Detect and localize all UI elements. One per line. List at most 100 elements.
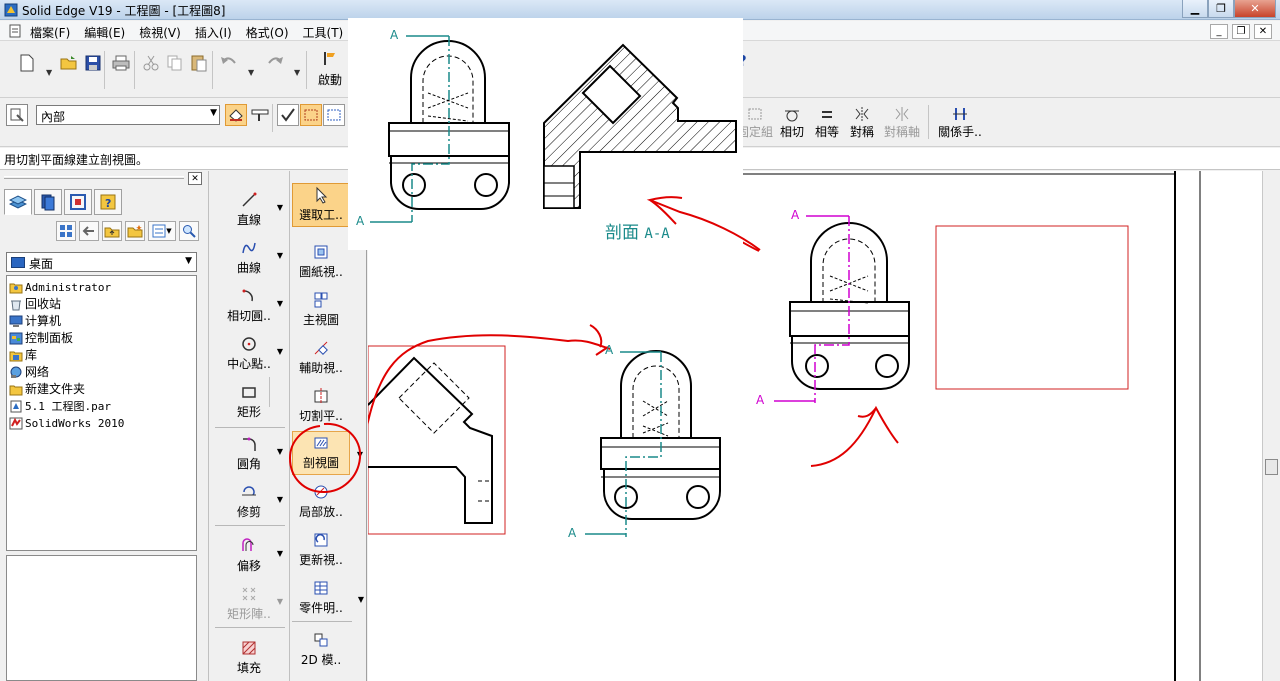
tangent-button[interactable]: 相切 [772, 105, 812, 140]
chevron-down-icon[interactable]: ▼ [277, 251, 283, 260]
print-button[interactable] [110, 52, 132, 74]
paste-button[interactable] [188, 52, 210, 74]
tree-item[interactable]: Administrator [7, 279, 196, 296]
chevron-down-icon[interactable]: ▼ [277, 447, 283, 456]
redo-dropdown-arrow[interactable]: ▼ [294, 68, 300, 77]
new-button[interactable] [16, 52, 38, 74]
principal-view-button[interactable]: 主視圖 [292, 289, 350, 328]
stamp-button[interactable] [249, 104, 271, 126]
menu-view[interactable]: 檢視(V) [139, 24, 181, 41]
tab-help[interactable]: ? [94, 189, 122, 215]
vertical-scrollbar[interactable] [1262, 171, 1280, 681]
view-mode-dropdown[interactable]: ▼ [148, 221, 176, 241]
start-command-button[interactable]: 啟動 [312, 50, 348, 92]
undo-dropdown-arrow[interactable]: ▼ [248, 68, 254, 77]
curve-tool-button[interactable]: 曲線 ▼ [217, 237, 283, 276]
new-folder-button[interactable] [125, 221, 145, 241]
menu-edit[interactable]: 編輯(E) [84, 24, 125, 41]
left-section-view[interactable] [368, 345, 506, 535]
library-location-value: 桌面 [29, 257, 54, 271]
document-menu-icon[interactable] [8, 24, 22, 38]
rectangle-tool-button[interactable]: 矩形 [217, 381, 281, 420]
chevron-down-icon[interactable]: ▼ [277, 203, 283, 212]
redo-button[interactable] [264, 52, 286, 74]
select-tool-button[interactable]: 選取工.. [292, 183, 350, 227]
panel-grip[interactable] [4, 176, 184, 179]
scrollbar-thumb[interactable] [1265, 459, 1278, 475]
tree-item[interactable]: 控制面板 [7, 330, 196, 347]
trim-tool-button[interactable]: 修剪 ▼ [217, 481, 283, 520]
drawing-view-button[interactable]: 圖紙視.. [292, 241, 350, 280]
fill-tool-button[interactable]: 填充 [217, 637, 281, 676]
new-dropdown-arrow[interactable]: ▼ [46, 68, 52, 77]
line-tool-button[interactable]: 直線 ▼ [217, 189, 283, 228]
center-front-view[interactable] [585, 350, 721, 537]
tree-item[interactable]: 计算机 [7, 313, 196, 330]
model-2d-button[interactable]: 2D 模.. [292, 629, 350, 668]
library-location-select[interactable]: 桌面 ▼ [6, 252, 197, 272]
restore-button[interactable]: ❐ [1208, 0, 1234, 18]
relationship-handle-button[interactable]: 關係手.. [936, 105, 984, 140]
up-folder-button[interactable] [102, 221, 122, 241]
cutting-plane-button[interactable]: 切割平.. [292, 385, 350, 424]
new-document-icon [20, 54, 34, 72]
check-button[interactable] [277, 104, 299, 126]
center-point-tool-button[interactable]: 中心點.. ▼ [217, 333, 283, 372]
rect-pattern-tool-button[interactable]: 矩形陣.. ▼ [217, 583, 283, 622]
back-button[interactable] [79, 221, 99, 241]
tree-item[interactable]: 5.1 工程图.par [7, 398, 196, 415]
cut-button[interactable] [140, 52, 162, 74]
menu-format[interactable]: 格式(O) [246, 24, 289, 41]
doc-minimize-button[interactable]: _ [1210, 24, 1228, 39]
tree-item[interactable]: SolidWorks 2010 [7, 415, 196, 432]
fence-select-button[interactable] [323, 104, 345, 126]
menu-tools[interactable]: 工具(T) [303, 24, 344, 41]
view-details-button[interactable] [56, 221, 76, 241]
save-button[interactable] [82, 52, 104, 74]
auxiliary-view-button[interactable]: 輔助視.. [292, 337, 350, 376]
update-view-button[interactable]: 更新視.. [292, 529, 350, 568]
rectangle-select-button[interactable] [300, 104, 322, 126]
chevron-down-icon[interactable]: ▼ [277, 299, 283, 308]
offset-tool-button[interactable]: 偏移 ▼ [217, 535, 283, 574]
chevron-down-icon[interactable]: ▼ [358, 595, 364, 604]
undo-button[interactable] [218, 52, 240, 74]
chevron-down-icon[interactable]: ▼ [277, 495, 283, 504]
menu-file[interactable]: 檔案(F) [30, 24, 70, 41]
paint-fill-button[interactable] [225, 104, 247, 126]
symmetric-button[interactable]: 對稱 [842, 105, 882, 140]
window-title: Solid Edge V19 - 工程圖 - [工程圖8] [22, 4, 226, 18]
fillet-tool-button[interactable]: 圓角 ▼ [217, 433, 283, 472]
equal-button[interactable]: 相等 [807, 105, 847, 140]
search-button[interactable] [179, 221, 199, 241]
tab-feature-library[interactable] [34, 189, 62, 215]
menu-insert[interactable]: 插入(I) [195, 24, 232, 41]
layer-properties-button[interactable] [6, 104, 28, 126]
library-close-button[interactable]: ✕ [188, 172, 202, 185]
right-front-view[interactable] [774, 215, 910, 403]
open-folder-icon [60, 56, 77, 70]
parts-list-button[interactable]: 零件明.. ▼ [292, 577, 364, 616]
tangent-arc-tool-button[interactable]: 相切圓.. ▼ [217, 285, 283, 324]
tree-item[interactable]: 新建文件夹 [7, 381, 196, 398]
symmetry-axis-button[interactable]: 對稱軸 [882, 105, 922, 140]
tab-library[interactable] [4, 189, 32, 215]
tree-item[interactable]: 库 [7, 347, 196, 364]
open-button[interactable] [58, 52, 80, 74]
minimize-button[interactable]: ▁ [1182, 0, 1208, 18]
chevron-down-icon[interactable]: ▼ [277, 597, 283, 606]
copy-button[interactable] [164, 52, 186, 74]
doc-close-button[interactable]: ✕ [1254, 24, 1272, 39]
doc-restore-button[interactable]: ❐ [1232, 24, 1250, 39]
tab-layers[interactable] [64, 189, 92, 215]
chevron-down-icon[interactable]: ▼ [277, 549, 283, 558]
close-button[interactable]: ✕ [1234, 0, 1276, 18]
title-bar: Solid Edge V19 - 工程圖 - [工程圖8] ▁ ❐ ✕ [0, 0, 1280, 20]
tree-item-label: SolidWorks 2010 [25, 417, 125, 430]
layer-select[interactable]: 內部 ▼ [36, 105, 220, 125]
tree-item[interactable]: 网络 [7, 364, 196, 381]
chevron-down-icon[interactable]: ▼ [277, 347, 283, 356]
empty-view-frame[interactable] [935, 225, 1129, 390]
computer-icon [9, 315, 23, 327]
tree-item[interactable]: 回收站 [7, 296, 196, 313]
